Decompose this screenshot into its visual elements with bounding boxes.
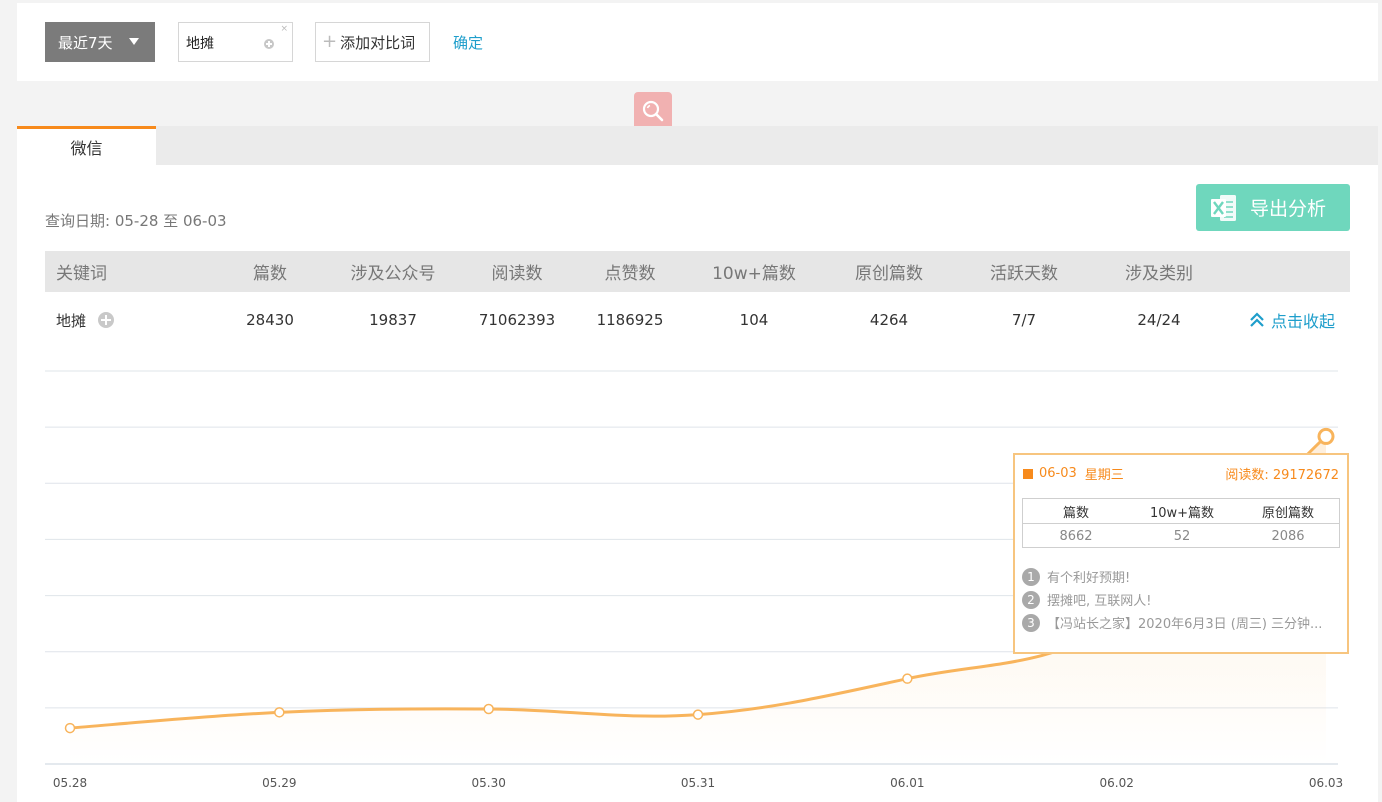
- x-tick-label: 06.02: [1099, 776, 1133, 790]
- x-tick-label: 05.29: [262, 776, 296, 790]
- x-tick-label: 06.01: [890, 776, 924, 790]
- tooltip-value-original: 2086: [1271, 528, 1305, 544]
- chart-point[interactable]: [274, 707, 285, 718]
- reads-trend-chart: 05.28 05.29 05.30 05.31 06.01 06.02 06.03: [45, 370, 1343, 790]
- tooltip-read-count: 阅读数: 29172672: [1225, 468, 1339, 483]
- chart-point[interactable]: [64, 722, 76, 734]
- tooltip-date: 06-03: [1039, 466, 1077, 481]
- chart-point-active[interactable]: [1317, 427, 1335, 445]
- article-title[interactable]: 摆摊吧, 互联网人!: [1047, 590, 1151, 609]
- tooltip-header-articles: 篇数: [1062, 505, 1089, 521]
- chart-x-labels: 05.28 05.29 05.30 05.31 06.01 06.02 06.03: [53, 776, 1343, 790]
- tooltip-article-list: 1 有个利好预期! 2 摆摊吧, 互联网人! 3 【冯站长之家】2020年6月3…: [1022, 565, 1342, 634]
- chart-tooltip: 06-03 星期三 阅读数: 29172672 篇数 10w+篇数 原创篇数 8…: [1013, 453, 1349, 654]
- tooltip-weekday: 星期三: [1084, 468, 1124, 483]
- series-square-icon: [1023, 468, 1033, 479]
- rank-badge: 3: [1022, 613, 1040, 632]
- article-title[interactable]: 【冯站长之家】2020年6月3日 (周三) 三分钟...: [1047, 613, 1322, 632]
- article-title[interactable]: 有个利好预期!: [1047, 567, 1130, 586]
- tooltip-table-header: 篇数 10w+篇数 原创篇数: [1023, 499, 1339, 524]
- tooltip-table-row: 8662 52 2086: [1023, 524, 1339, 548]
- article-item[interactable]: 3 【冯站长之家】2020年6月3日 (周三) 三分钟...: [1022, 611, 1342, 634]
- x-tick-label: 05.31: [681, 776, 715, 790]
- chart-point[interactable]: [902, 673, 913, 684]
- article-item[interactable]: 2 摆摊吧, 互联网人!: [1022, 588, 1342, 611]
- article-item[interactable]: 1 有个利好预期!: [1022, 565, 1342, 588]
- tooltip-table: 篇数 10w+篇数 原创篇数 8662 52 2086: [1022, 498, 1340, 548]
- tooltip-value-articles: 8662: [1059, 528, 1093, 544]
- x-tick-label: 05.28: [53, 776, 87, 790]
- x-tick-label: 06.03: [1309, 776, 1343, 790]
- rank-badge: 2: [1022, 590, 1040, 609]
- chart-point[interactable]: [692, 709, 704, 720]
- x-tick-label: 05.30: [471, 776, 505, 790]
- rank-badge: 1: [1022, 567, 1040, 586]
- tooltip-date-row: 06-03 星期三: [1023, 464, 1124, 483]
- tooltip-value-100k: 52: [1173, 528, 1191, 544]
- tooltip-header-original: 原创篇数: [1261, 505, 1314, 521]
- chart-point[interactable]: [483, 703, 494, 715]
- tooltip-header-100k: 10w+篇数: [1149, 505, 1215, 521]
